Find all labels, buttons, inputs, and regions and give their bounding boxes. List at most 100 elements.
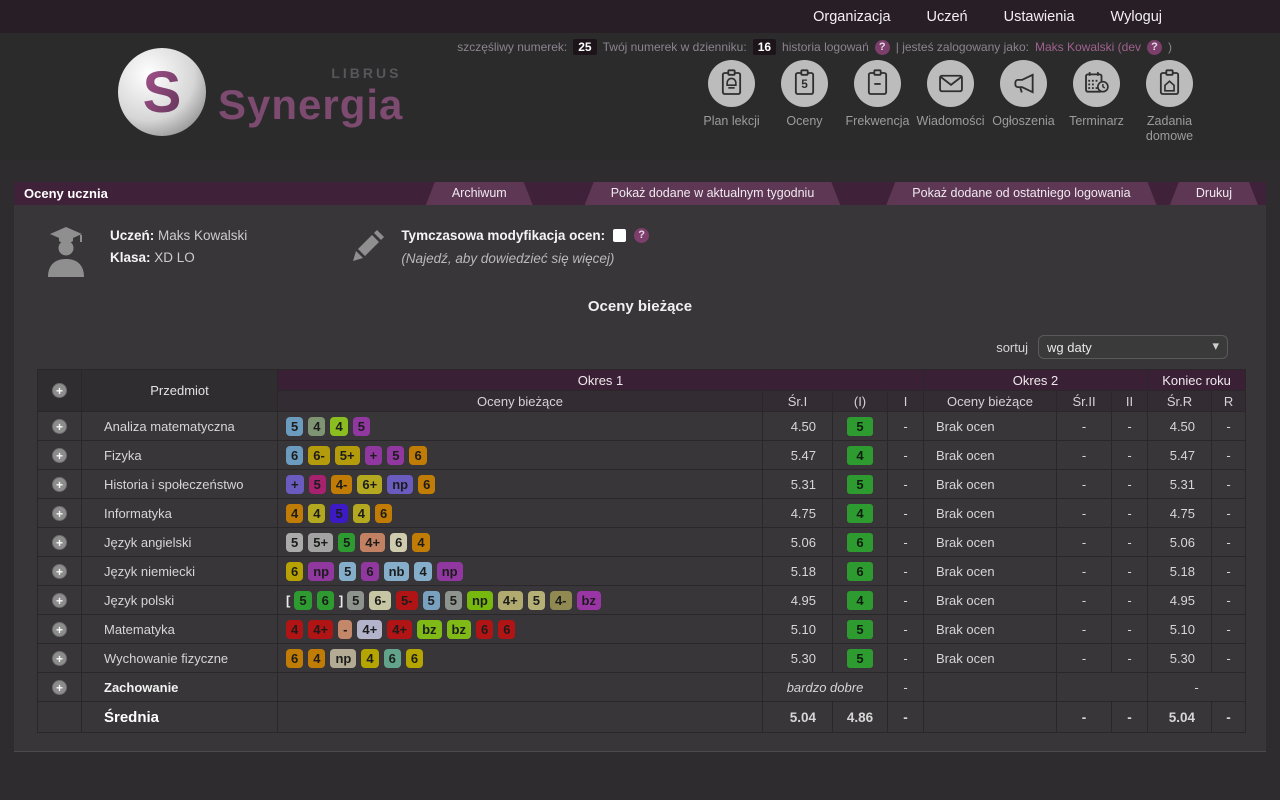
expand-cell: + xyxy=(37,498,82,528)
grade-chip[interactable]: np xyxy=(436,561,463,581)
grade-chip[interactable]: 4 xyxy=(361,648,379,668)
nav-item-terminarz[interactable]: Terminarz xyxy=(1060,60,1133,144)
nav-item-ogloszenia[interactable]: Ogłoszenia xyxy=(987,60,1060,144)
tab-button-pokaz-logowanie[interactable]: Pokaż dodane od ostatniego logowania xyxy=(886,182,1156,205)
grade-chip[interactable]: 4+ xyxy=(497,590,523,610)
nav-item-plan-lekcji[interactable]: Plan lekcji xyxy=(695,60,768,144)
grade-chip[interactable]: 6 xyxy=(286,561,304,581)
expand-row-button[interactable]: + xyxy=(52,447,67,463)
logged-in-user[interactable]: Maks Kowalski (dev xyxy=(1035,40,1141,54)
grade-chip[interactable]: 4+ xyxy=(308,619,334,639)
grade-chip[interactable]: bz xyxy=(576,590,601,610)
login-history-link[interactable]: historia logowań xyxy=(782,40,869,54)
grade-chip[interactable]: 4+ xyxy=(360,532,386,552)
tab-button-archiwum[interactable]: Archiwum xyxy=(426,182,533,205)
nav-item-frekwencja[interactable]: Frekwencja xyxy=(841,60,914,144)
nav-item-wiadomosci[interactable]: Wiadomości xyxy=(914,60,987,144)
grade-chip[interactable]: 5+ xyxy=(308,532,334,552)
grade-chip[interactable]: 6- xyxy=(369,590,391,610)
grade-chip[interactable]: np xyxy=(308,561,335,581)
expand-row-button[interactable]: + xyxy=(52,679,67,695)
grade-chip[interactable]: bz xyxy=(417,619,442,639)
grade-chip[interactable]: 5 xyxy=(527,590,545,610)
grade-chip[interactable]: 6 xyxy=(498,619,516,639)
grade-chip[interactable]: 5 xyxy=(338,532,356,552)
grade-chip[interactable]: 5 xyxy=(339,561,357,581)
grade-chip[interactable]: 4 xyxy=(286,619,304,639)
grade-chip[interactable]: 6- xyxy=(308,445,330,465)
grade-chip[interactable]: 5 xyxy=(422,590,440,610)
grades-okres2-cell: Brak ocen xyxy=(923,469,1058,499)
grade-chip[interactable]: 5 xyxy=(286,532,304,552)
grade-chip[interactable]: nb xyxy=(383,561,410,581)
grade-chip[interactable]: np xyxy=(466,590,493,610)
grade-chip[interactable]: 6 xyxy=(286,648,304,668)
grade-chip[interactable]: - xyxy=(338,619,353,639)
grade-chip[interactable]: 5 xyxy=(387,445,405,465)
grade-chip[interactable]: 6 xyxy=(409,445,427,465)
grade-chip[interactable]: 5- xyxy=(395,590,418,610)
grade-chip[interactable]: bz xyxy=(446,619,471,639)
expand-row-button[interactable]: + xyxy=(52,621,67,637)
tab-button-drukuj[interactable]: Drukuj xyxy=(1170,182,1258,205)
grade-chip[interactable]: 5 xyxy=(294,590,312,610)
grade-chip[interactable]: 6 xyxy=(286,445,304,465)
grade-chip[interactable]: 6 xyxy=(405,648,424,668)
grade-chip[interactable]: + xyxy=(364,445,383,465)
grade-chip[interactable]: 5 xyxy=(444,590,462,610)
grade-chip[interactable]: 4+ xyxy=(387,619,413,639)
expand-all-button[interactable]: + xyxy=(52,383,67,398)
expand-row-button[interactable]: + xyxy=(52,534,67,550)
grade-chip[interactable]: 4 xyxy=(330,416,348,436)
grade-chip[interactable]: 6 xyxy=(361,561,379,581)
grade-chip[interactable]: 4- xyxy=(330,474,353,494)
table-row: + Język niemiecki 6 np 5 6 nb 4 np 5.18 6- Brak oce… xyxy=(37,556,1247,586)
grade-chip[interactable]: 4 xyxy=(412,532,430,552)
grade-chip[interactable]: 4 xyxy=(352,503,370,523)
temp-grade-modify-checkbox[interactable] xyxy=(613,229,627,242)
grade-chip[interactable]: 4 xyxy=(308,416,326,436)
grade-chip[interactable]: 6 xyxy=(374,503,393,523)
sr2-value: - xyxy=(1056,585,1113,615)
expand-row-button[interactable]: + xyxy=(52,563,67,579)
expand-row-button[interactable]: + xyxy=(52,650,67,666)
expand-row-button[interactable]: + xyxy=(52,476,67,492)
grade-chip[interactable]: 6 xyxy=(383,648,401,668)
expand-row-button[interactable]: + xyxy=(52,418,67,434)
grade-chip[interactable]: 4 xyxy=(308,503,326,523)
grade-chip[interactable]: np xyxy=(387,474,414,494)
grade-chip[interactable]: 6 xyxy=(390,532,408,552)
help-icon[interactable]: ? xyxy=(634,228,650,243)
grade-chip[interactable]: 5+ xyxy=(334,445,360,465)
help-icon[interactable]: ? xyxy=(874,39,890,55)
help-icon[interactable]: ? xyxy=(1147,39,1162,55)
grade-chip[interactable]: 4 xyxy=(286,503,304,523)
grade-chip[interactable]: 4+ xyxy=(357,619,383,639)
grade-chip[interactable]: np xyxy=(330,648,357,668)
menu-item-uczen[interactable]: Uczeń xyxy=(927,9,968,25)
grade-chip[interactable]: + xyxy=(286,474,304,494)
menu-item-ustawienia[interactable]: Ustawienia xyxy=(1004,9,1075,25)
grade-chip[interactable]: 4- xyxy=(549,590,572,610)
nav-item-zadania-domowe[interactable]: Zadania domowe xyxy=(1133,60,1206,144)
menu-item-wyloguj[interactable]: Wyloguj xyxy=(1111,9,1162,25)
grade-chip[interactable]: 5 xyxy=(286,416,304,436)
expand-row-button[interactable]: + xyxy=(52,592,67,608)
grade-chip[interactable]: 6 xyxy=(418,474,436,494)
grade-chip[interactable]: 5 xyxy=(330,503,348,523)
grade-chip[interactable]: 6 xyxy=(475,619,494,639)
grade-chip[interactable]: 5 xyxy=(308,474,326,494)
grade-chip[interactable]: 4 xyxy=(308,648,326,668)
grade-chip[interactable]: 4 xyxy=(414,561,432,581)
nav-item-oceny[interactable]: 5 Oceny xyxy=(768,60,841,144)
sr2-value: - xyxy=(1056,440,1113,470)
grade-chip[interactable]: 6+ xyxy=(357,474,383,494)
synergia-sphere-icon: S xyxy=(116,46,208,143)
grade-chip[interactable]: 5 xyxy=(352,416,370,436)
tab-button-pokaz-tydzien[interactable]: Pokaż dodane w aktualnym tygodniu xyxy=(585,182,841,205)
grade-chip[interactable]: 5 xyxy=(347,590,365,610)
sort-select[interactable]: wg daty xyxy=(1038,335,1228,359)
expand-row-button[interactable]: + xyxy=(52,505,67,521)
menu-item-organizacja[interactable]: Organizacja xyxy=(813,9,890,25)
grade-chip[interactable]: 6 xyxy=(316,590,334,610)
